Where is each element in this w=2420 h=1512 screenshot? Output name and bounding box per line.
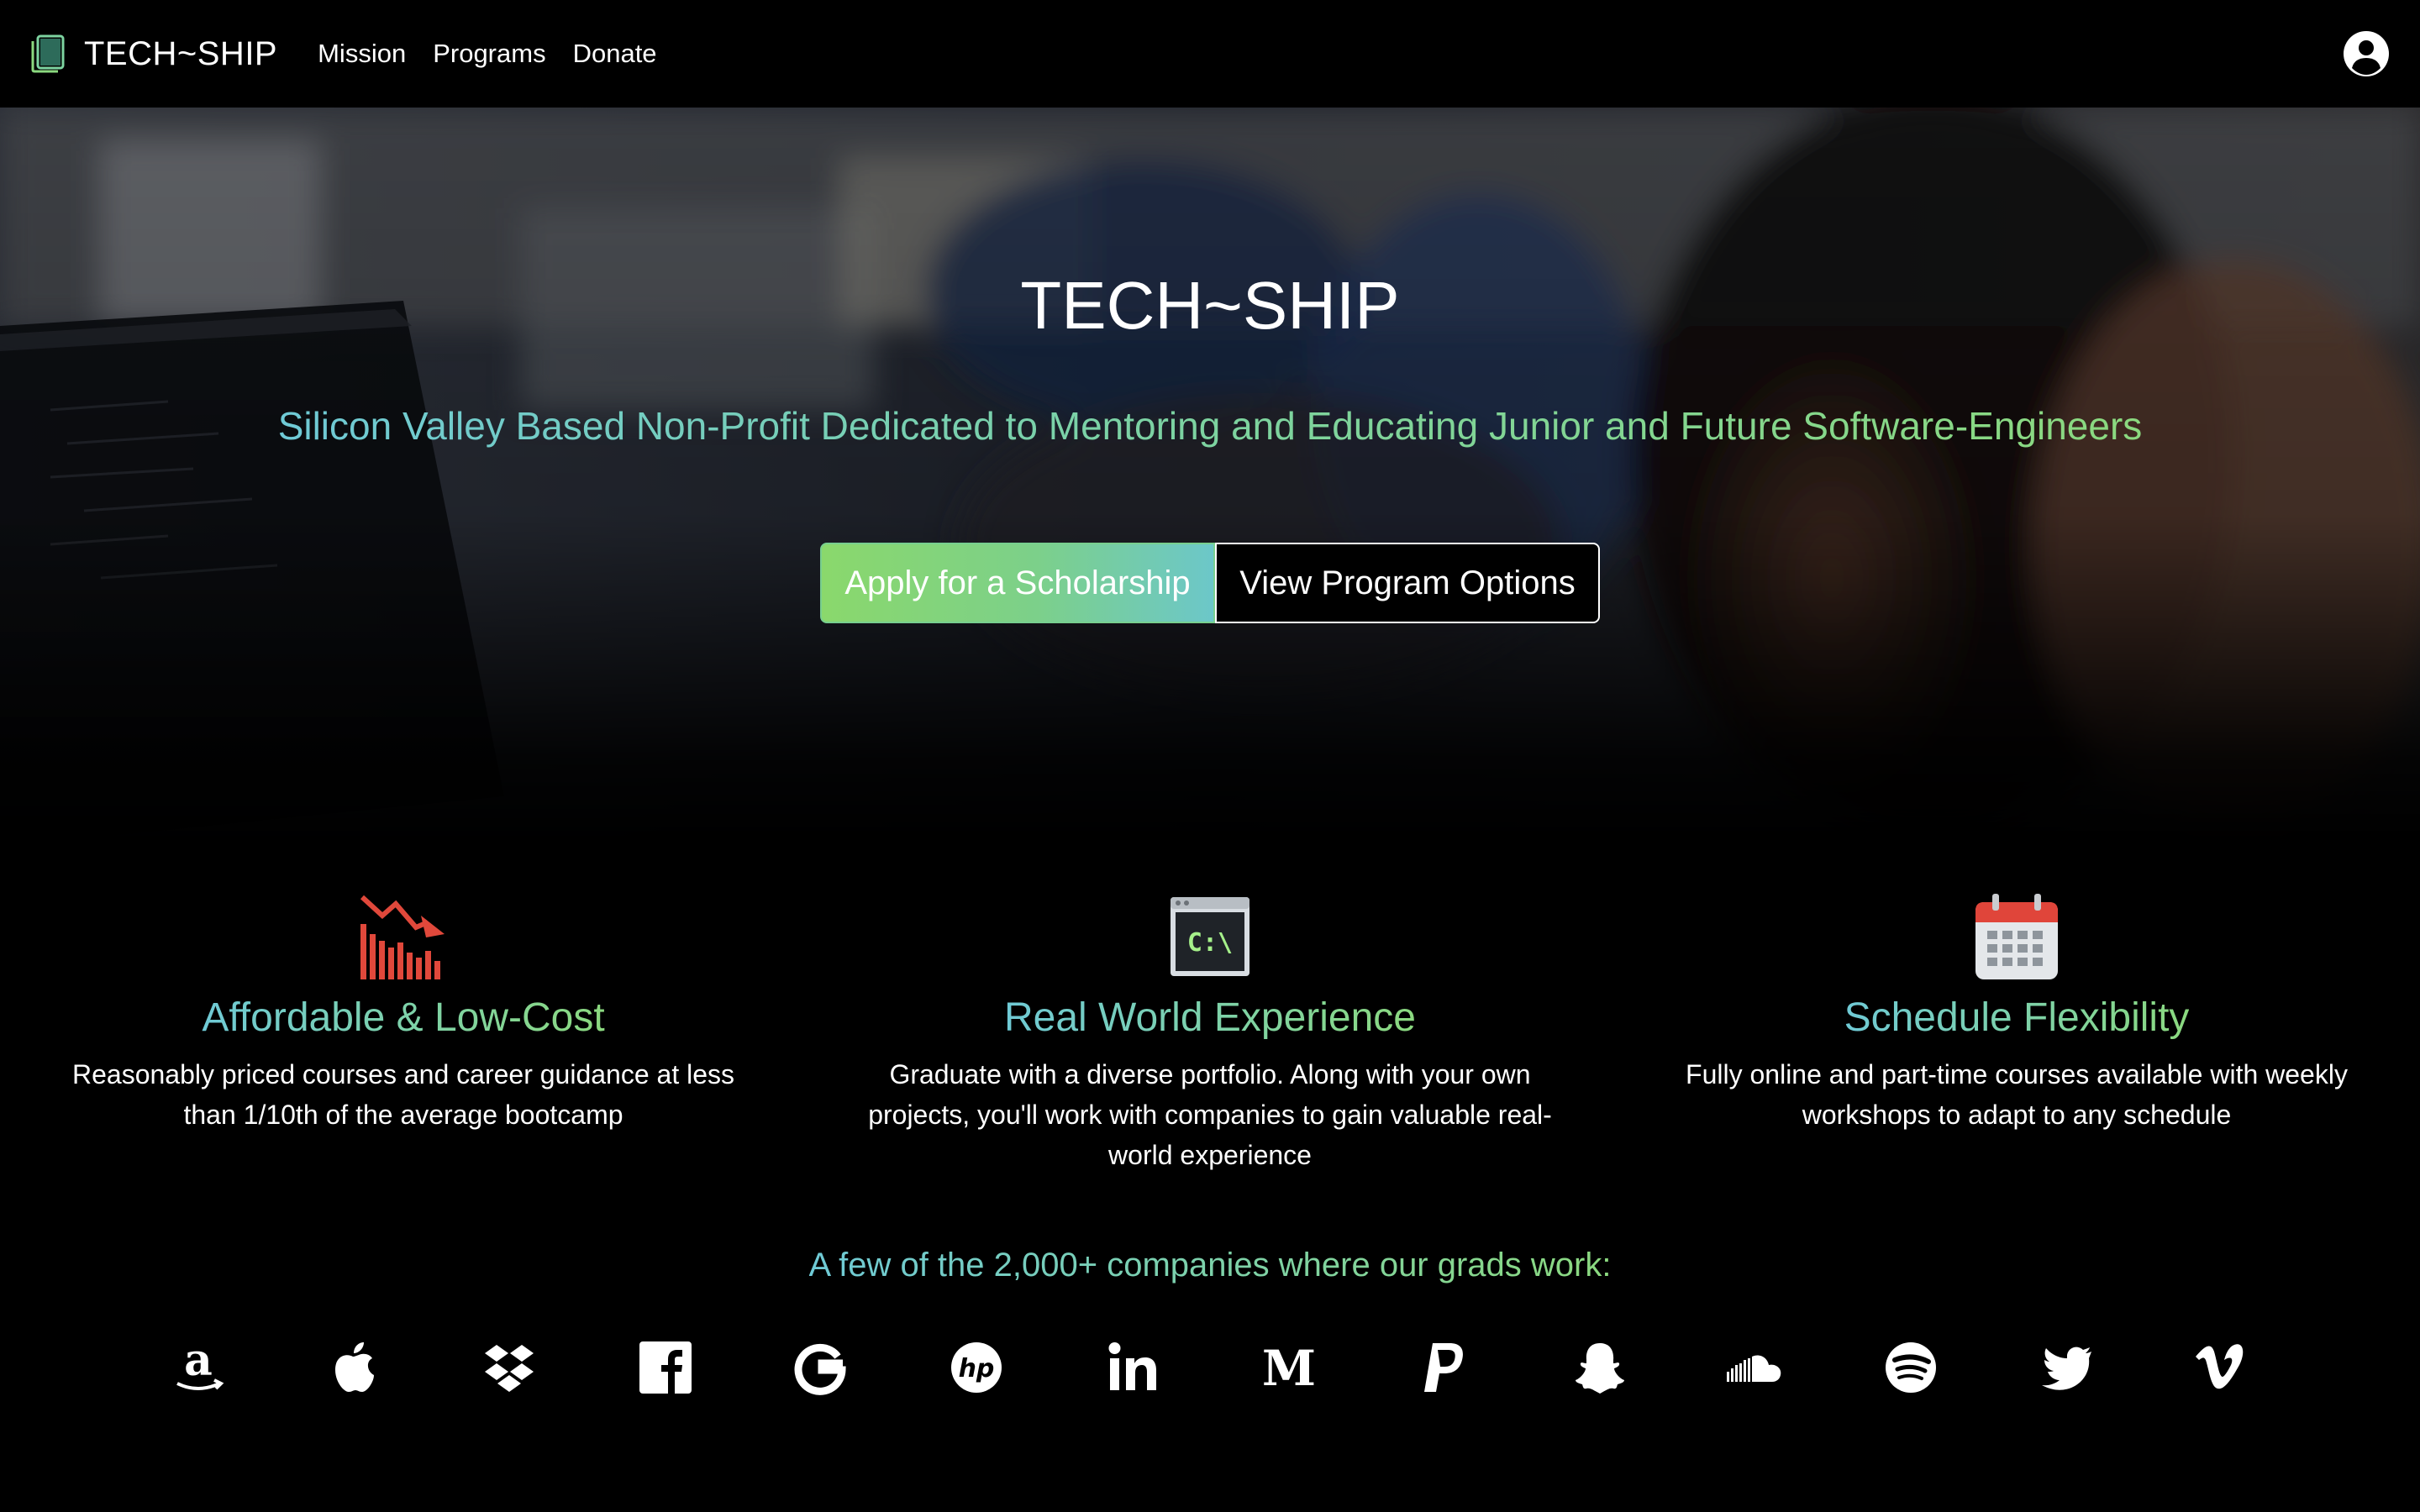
calendar-icon (1975, 894, 2058, 979)
nav-links: Mission Programs Donate (318, 39, 683, 69)
hp-logo[interactable]: hp (943, 1334, 1010, 1401)
snapchat-icon (1576, 1343, 1624, 1394)
brand-link[interactable]: TECH~SHIP (30, 34, 277, 73)
cta-button-group: Apply for a Scholarship View Program Opt… (820, 543, 1600, 623)
chart-decreasing-icon (360, 895, 445, 979)
navbar: TECH~SHIP Mission Programs Donate (0, 0, 2420, 108)
feature-description: Graduate with a diverse portfolio. Along… (868, 1059, 1552, 1170)
linkedin-logo[interactable] (1099, 1334, 1166, 1401)
view-program-options-button[interactable]: View Program Options (1215, 543, 1600, 623)
feature-real-world: C:\ Real World Experience Graduate with … (832, 890, 1588, 1175)
feature-title: Schedule Flexibility (1639, 995, 2395, 1041)
spotify-logo[interactable] (1877, 1334, 1944, 1401)
paypal-icon (1424, 1343, 1463, 1392)
google-icon (794, 1343, 846, 1395)
feature-affordable: Affordable & Low-Cost Reasonably priced … (25, 890, 781, 1135)
twitter-icon (2042, 1347, 2091, 1390)
nav-link-donate[interactable]: Donate (573, 39, 657, 69)
feature-description: Fully online and part-time courses avail… (1686, 1059, 2348, 1130)
facebook-logo[interactable] (632, 1334, 699, 1401)
companies-heading: A few of the 2,000+ companies where our … (0, 1247, 2420, 1284)
features-section: Affordable & Low-Cost Reasonably priced … (0, 890, 2420, 1193)
feature-title: Real World Experience (832, 995, 1588, 1041)
nav-link-programs[interactable]: Programs (433, 39, 545, 69)
brand-name: TECH~SHIP (84, 34, 278, 72)
soundcloud-icon (1727, 1355, 1781, 1382)
snapchat-logo[interactable] (1566, 1334, 1634, 1401)
feature-title-text: Real World Experience (1003, 995, 1416, 1040)
medium-icon: M (1262, 1340, 1316, 1397)
book-icon (31, 34, 65, 73)
linkedin-icon (1108, 1342, 1156, 1390)
user-account-icon[interactable] (2343, 30, 2390, 77)
apple-icon (335, 1342, 374, 1392)
medium-logo[interactable]: M (1255, 1334, 1323, 1401)
feature-title: Affordable & Low-Cost (25, 995, 781, 1041)
feature-description: Reasonably priced courses and career gui… (71, 1059, 734, 1130)
facebook-icon (639, 1341, 692, 1394)
hero-overlay (0, 108, 2420, 847)
amazon-logo[interactable]: a (165, 1334, 232, 1401)
soundcloud-logo[interactable] (1721, 1334, 1788, 1401)
hero-tagline-text: Silicon Valley Based Non-Profit Dedicate… (277, 404, 2143, 448)
amazon-icon: a (176, 1338, 224, 1390)
hero-section: TECH~SHIP Silicon Valley Based Non-Profi… (0, 108, 2420, 847)
company-logos-row: a hp M (0, 1334, 2420, 1401)
paypal-logo[interactable] (1410, 1334, 1477, 1401)
dropbox-logo[interactable] (476, 1334, 543, 1401)
companies-heading-text: A few of the 2,000+ companies where our … (808, 1247, 1612, 1284)
feature-title-text: Schedule Flexibility (1844, 995, 2190, 1040)
spotify-icon (1886, 1342, 1936, 1393)
feature-title-text: Affordable & Low-Cost (202, 995, 605, 1040)
feature-schedule: Schedule Flexibility Fully online and pa… (1639, 890, 2395, 1135)
svg-text:hp: hp (959, 1354, 995, 1383)
apple-logo[interactable] (319, 1334, 387, 1401)
terminal-icon: C:\ (1171, 897, 1249, 976)
vimeo-logo[interactable] (2188, 1334, 2255, 1401)
svg-text:M: M (1262, 1340, 1316, 1397)
nav-link-mission[interactable]: Mission (318, 39, 406, 69)
vimeo-icon (2196, 1344, 2244, 1389)
google-logo[interactable] (786, 1334, 854, 1401)
hero-title: TECH~SHIP (1020, 268, 1400, 343)
apply-scholarship-button[interactable]: Apply for a Scholarship (820, 543, 1215, 623)
twitter-logo[interactable] (2033, 1334, 2101, 1401)
hero-tagline: Silicon Valley Based Non-Profit Dedicate… (0, 403, 2420, 449)
terminal-icon-text: C:\ (1187, 928, 1233, 958)
dropbox-icon (485, 1345, 534, 1392)
svg-text:a: a (184, 1338, 213, 1386)
hp-icon: hp (951, 1342, 1002, 1393)
